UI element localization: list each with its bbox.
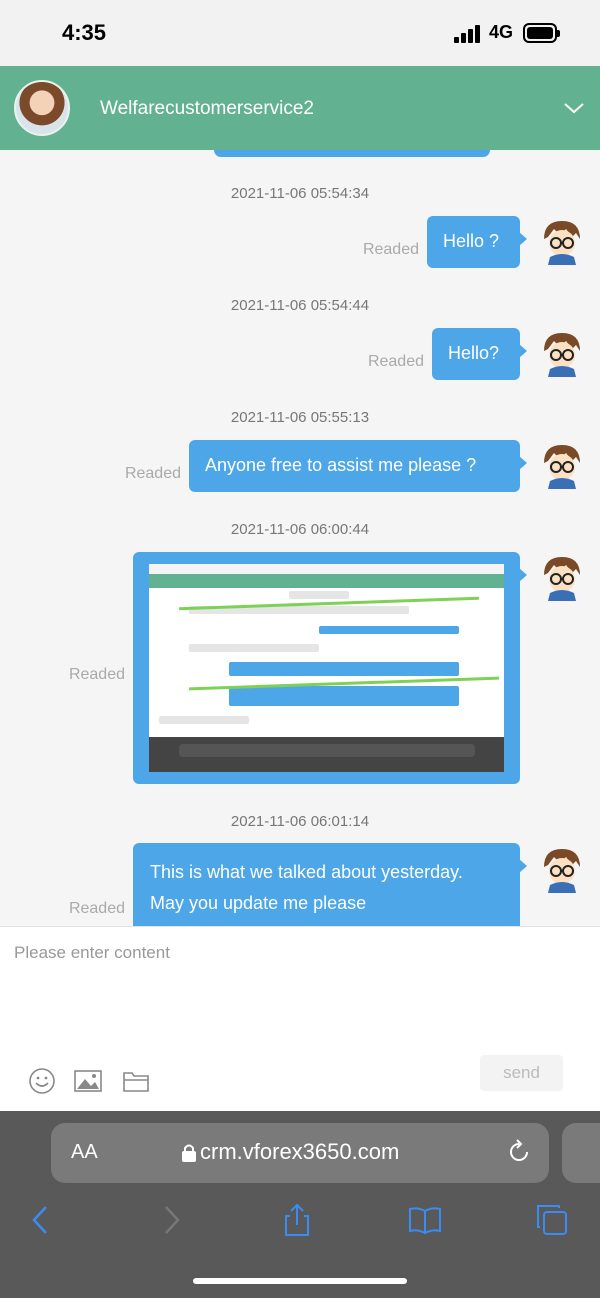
user-avatar-icon bbox=[544, 221, 580, 265]
lock-icon bbox=[182, 1144, 196, 1162]
message-text: Anyone free to assist me please ? bbox=[205, 455, 477, 475]
chevron-down-icon[interactable] bbox=[562, 96, 586, 120]
message-composer: Please enter content send bbox=[0, 926, 600, 1111]
send-button[interactable]: send bbox=[480, 1055, 563, 1091]
address-bar[interactable]: AA crm.vforex3650.com bbox=[51, 1123, 549, 1183]
previous-message-bubble bbox=[214, 150, 490, 157]
read-status: Readed bbox=[367, 353, 424, 370]
folder-icon[interactable] bbox=[122, 1067, 150, 1095]
agent-avatar[interactable] bbox=[14, 80, 70, 136]
emoji-icon[interactable] bbox=[28, 1067, 56, 1095]
user-avatar-icon bbox=[544, 557, 580, 601]
reload-icon[interactable] bbox=[506, 1139, 532, 1165]
message-bubble[interactable]: This is what we talked about yesterday. … bbox=[133, 843, 527, 926]
message-timestamp: 2021-11-06 06:00:44 bbox=[230, 521, 370, 538]
message-timestamp: 2021-11-06 05:55:13 bbox=[230, 409, 370, 426]
read-status: Readed bbox=[68, 900, 125, 917]
status-time: 4:35 bbox=[62, 20, 107, 45]
url-text: crm.vforex3650.com bbox=[200, 1139, 400, 1164]
user-avatar-icon bbox=[544, 849, 580, 893]
message-timestamp: 2021-11-06 05:54:44 bbox=[230, 297, 370, 314]
reader-options-button[interactable]: AA bbox=[71, 1141, 98, 1164]
screenshot-thumbnail[interactable] bbox=[149, 564, 504, 772]
image-icon[interactable] bbox=[74, 1067, 102, 1095]
message-bubble[interactable]: Anyone free to assist me please ? bbox=[189, 440, 527, 492]
image-message[interactable] bbox=[133, 552, 527, 784]
bookmarks-icon[interactable] bbox=[408, 1203, 442, 1237]
read-status: Readed bbox=[124, 465, 181, 482]
share-icon[interactable] bbox=[280, 1203, 314, 1237]
message-bubble[interactable]: Hello ? bbox=[427, 216, 527, 268]
tabs-icon[interactable] bbox=[535, 1203, 569, 1237]
message-input[interactable]: Please enter content bbox=[14, 943, 170, 963]
read-status: Readed bbox=[362, 241, 419, 258]
read-status: Readed bbox=[68, 666, 125, 683]
next-tab-preview[interactable] bbox=[562, 1123, 600, 1183]
message-bubble[interactable]: Hello? bbox=[432, 328, 527, 380]
battery-icon bbox=[523, 23, 560, 43]
user-avatar-icon bbox=[544, 333, 580, 377]
user-avatar-icon bbox=[544, 445, 580, 489]
message-text-line: May you update me please bbox=[150, 893, 367, 913]
message-timestamp: 2021-11-06 05:54:34 bbox=[230, 185, 370, 202]
agent-name: Welfarecustomerservice2 bbox=[100, 98, 315, 119]
network-type: 4G bbox=[489, 22, 514, 42]
back-icon[interactable] bbox=[24, 1203, 58, 1237]
browser-toolbar: AA crm.vforex3650.com bbox=[0, 1111, 600, 1298]
status-bar: 4:35 4G bbox=[0, 0, 600, 66]
message-list[interactable]: 2021-11-06 05:54:34 Readed Hello ? 2021-… bbox=[0, 150, 600, 926]
cellular-signal-icon bbox=[454, 25, 484, 43]
message-text: Hello ? bbox=[443, 231, 500, 251]
message-text: Hello? bbox=[448, 343, 500, 363]
chat-header: Welfarecustomerservice2 bbox=[0, 66, 600, 150]
message-timestamp: 2021-11-06 06:01:14 bbox=[230, 813, 370, 830]
message-text-line: This is what we talked about yesterday. bbox=[150, 862, 463, 882]
reader-options-label: AA bbox=[71, 1141, 98, 1163]
forward-icon[interactable] bbox=[154, 1203, 188, 1237]
home-indicator[interactable] bbox=[193, 1278, 407, 1284]
